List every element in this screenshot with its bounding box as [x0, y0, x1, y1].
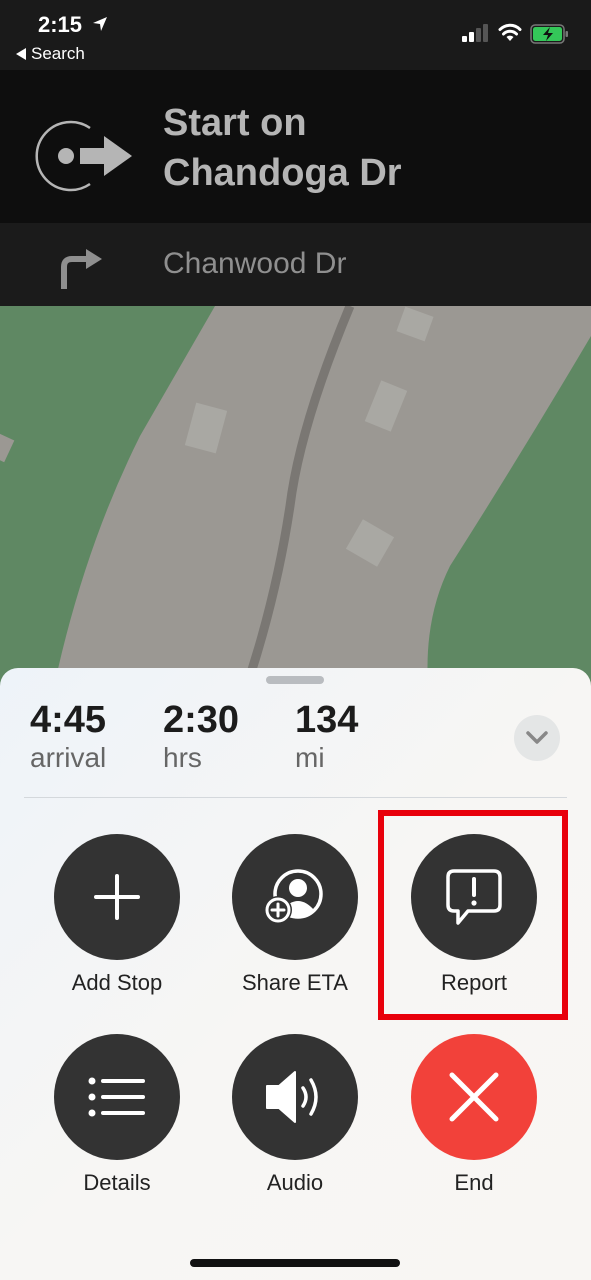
sheet-grabber[interactable]: [266, 676, 324, 684]
details-button[interactable]: Details: [42, 1034, 192, 1196]
duration-value: 2:30: [163, 699, 240, 741]
battery-charging-icon: [530, 24, 568, 44]
arrival-stat: 4:45 arrival: [30, 700, 106, 776]
instruction-title: Start on Chandoga Dr: [163, 98, 402, 198]
add-stop-button[interactable]: Add Stop: [42, 834, 192, 996]
arrival-value: 4:45: [30, 699, 107, 741]
audio-button[interactable]: Audio: [220, 1034, 370, 1196]
arrival-unit: arrival: [30, 742, 107, 773]
duration-unit: hrs: [163, 742, 202, 773]
report-icon: [446, 869, 502, 925]
distance-unit: mi: [295, 742, 325, 773]
cellular-signal-icon: [462, 24, 488, 42]
end-label: End: [454, 1170, 494, 1195]
home-indicator[interactable]: [190, 1259, 400, 1267]
location-arrow-icon: [93, 17, 107, 31]
report-label: Report: [440, 970, 508, 995]
next-street-label: Chanwood Dr: [163, 247, 347, 280]
plus-icon: [94, 874, 140, 920]
share-eta-label: Share ETA: [242, 970, 348, 995]
list-icon: [88, 1077, 145, 1117]
wifi-icon: [498, 23, 522, 41]
status-bar: 2:15 Search: [0, 0, 591, 70]
distance-stat: 134 mi: [295, 700, 358, 776]
instruction-line-2: Chandoga Dr: [163, 152, 402, 194]
share-eta-icon: [264, 869, 323, 924]
details-label: Details: [83, 1170, 151, 1195]
status-time: 2:15: [38, 12, 83, 37]
back-triangle-icon: [16, 48, 26, 60]
add-stop-label: Add Stop: [71, 970, 163, 995]
end-route-button[interactable]: End: [399, 1034, 549, 1196]
close-icon: [449, 1072, 499, 1122]
collapse-sheet-button[interactable]: [514, 715, 560, 761]
duration-stat: 2:30 hrs: [163, 700, 239, 776]
turn-right-icon: [61, 249, 102, 289]
current-instruction-banner[interactable]: Start on Chandoga Dr: [0, 70, 591, 223]
trip-sheet: 4:45 arrival 2:30 hrs 134 mi Add Stop Sh…: [0, 668, 591, 1280]
map-view[interactable]: [0, 306, 591, 706]
chevron-down-icon: [526, 731, 548, 744]
back-to-search-button[interactable]: Search: [16, 44, 85, 64]
divider: [24, 797, 567, 798]
start-route-icon: [35, 120, 132, 192]
back-label: Search: [31, 44, 85, 63]
audio-label: Audio: [266, 1170, 324, 1195]
instruction-line-1: Start on: [163, 102, 307, 144]
share-eta-button[interactable]: Share ETA: [220, 834, 370, 996]
distance-value: 134: [295, 699, 359, 741]
speaker-icon: [266, 1071, 318, 1123]
next-turn-bar[interactable]: Chanwood Dr: [0, 223, 591, 306]
report-button[interactable]: Report: [399, 834, 549, 996]
